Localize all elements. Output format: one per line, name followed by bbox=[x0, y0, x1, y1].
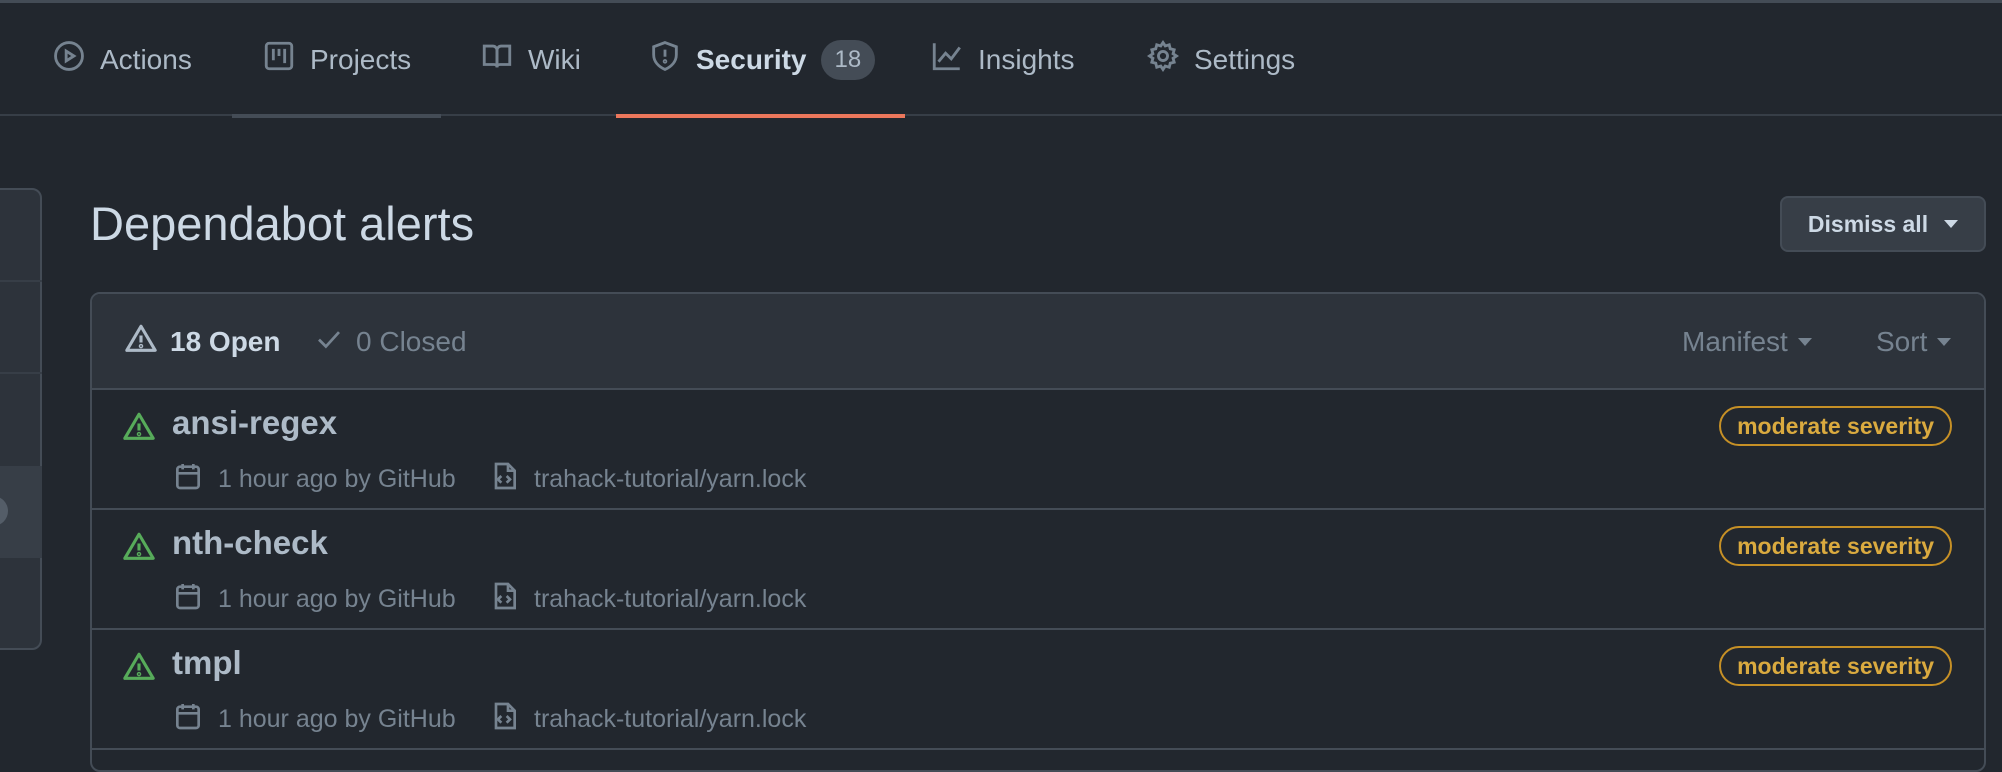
check-icon bbox=[314, 324, 344, 361]
tab-wiki[interactable]: Wiki bbox=[480, 3, 581, 116]
tab-actions[interactable]: Actions bbox=[52, 3, 192, 116]
severity-label: moderate severity bbox=[1719, 406, 1952, 446]
manifest-path: trahack-tutorial/yarn.lock bbox=[534, 465, 807, 493]
manifest-dropdown[interactable]: Manifest bbox=[1682, 294, 1812, 390]
alert-manifest: trahack-tutorial/yarn.lock bbox=[488, 460, 806, 499]
alert-package-link[interactable]: tmpl bbox=[172, 644, 242, 682]
shield-icon bbox=[648, 39, 682, 80]
alert-icon bbox=[124, 322, 158, 363]
book-icon bbox=[480, 39, 514, 80]
severity-label: moderate severity bbox=[1719, 646, 1952, 686]
alert-package-link[interactable]: nth-check bbox=[172, 524, 328, 562]
tab-label: Insights bbox=[978, 43, 1075, 75]
project-board-icon bbox=[262, 39, 296, 80]
alert-row[interactable]: ansi-regex 1 hour ago by GitHub trahack-… bbox=[92, 390, 1984, 510]
alert-time-text: 1 hour ago by GitHub bbox=[218, 705, 456, 733]
alert-manifest: trahack-tutorial/yarn.lock bbox=[488, 580, 806, 619]
calendar-icon bbox=[172, 580, 204, 619]
open-alerts-filter[interactable]: 18 Open bbox=[124, 294, 280, 390]
tab-projects[interactable]: Projects bbox=[232, 3, 442, 118]
alert-time-text: 1 hour ago by GitHub bbox=[218, 465, 456, 493]
calendar-icon bbox=[172, 460, 204, 499]
file-code-icon bbox=[488, 580, 520, 619]
alerts-list-header: 18 Open 0 Closed Manifest Sort bbox=[92, 294, 1984, 390]
file-code-icon bbox=[488, 460, 520, 499]
alert-row[interactable]: tmpl 1 hour ago by GitHub trahack-tutori… bbox=[92, 630, 1984, 750]
sidebar-divider bbox=[0, 372, 42, 374]
tab-active-underline bbox=[616, 114, 906, 118]
open-count-label: 18 Open bbox=[170, 326, 281, 357]
dismiss-all-button[interactable]: Dismiss all bbox=[1780, 196, 1986, 252]
chevron-down-icon bbox=[1944, 220, 1959, 228]
tab-label: Actions bbox=[100, 43, 192, 75]
tab-hover-underline bbox=[232, 114, 442, 118]
alert-icon bbox=[122, 410, 156, 444]
alert-time: 1 hour ago by GitHub bbox=[172, 580, 456, 619]
manifest-path: trahack-tutorial/yarn.lock bbox=[534, 585, 807, 613]
graph-icon bbox=[930, 39, 964, 80]
alert-icon bbox=[122, 530, 156, 564]
play-circle-icon bbox=[52, 39, 86, 80]
tab-label: Projects bbox=[310, 43, 412, 75]
tab-label: Wiki bbox=[528, 43, 581, 75]
alert-row[interactable]: nth-check 1 hour ago by GitHub trahack-t… bbox=[92, 510, 1984, 630]
sort-label: Sort bbox=[1876, 326, 1928, 357]
chevron-down-icon bbox=[1937, 338, 1952, 346]
calendar-icon bbox=[172, 700, 204, 739]
dismiss-all-label: Dismiss all bbox=[1807, 210, 1929, 237]
alert-time: 1 hour ago by GitHub bbox=[172, 700, 456, 739]
closed-count-label: 0 Closed bbox=[356, 326, 467, 357]
manifest-label: Manifest bbox=[1682, 326, 1788, 357]
tab-security[interactable]: Security 18 bbox=[616, 3, 906, 118]
tab-insights[interactable]: Insights bbox=[930, 3, 1075, 116]
manifest-path: trahack-tutorial/yarn.lock bbox=[534, 705, 807, 733]
alert-time: 1 hour ago by GitHub bbox=[172, 460, 456, 499]
page-title: Dependabot alerts bbox=[90, 197, 475, 250]
repo-nav: Actions Projects Wiki Security 18 Insigh… bbox=[0, 3, 2002, 118]
security-alert-counter: 18 bbox=[820, 39, 876, 80]
alert-icon bbox=[122, 650, 156, 684]
tab-label: Settings bbox=[1194, 43, 1296, 75]
gear-icon bbox=[1146, 39, 1180, 80]
sidebar-divider bbox=[0, 280, 42, 282]
alert-time-text: 1 hour ago by GitHub bbox=[218, 585, 456, 613]
alert-manifest: trahack-tutorial/yarn.lock bbox=[488, 700, 806, 739]
chevron-down-icon bbox=[1797, 338, 1812, 346]
tab-label: Security bbox=[696, 43, 807, 75]
tab-settings[interactable]: Settings bbox=[1146, 3, 1295, 116]
alerts-list: 18 Open 0 Closed Manifest Sort ansi-rege… bbox=[90, 292, 1986, 772]
file-code-icon bbox=[488, 700, 520, 739]
severity-label: moderate severity bbox=[1719, 526, 1952, 566]
alert-package-link[interactable]: ansi-regex bbox=[172, 404, 337, 442]
closed-alerts-filter[interactable]: 0 Closed bbox=[314, 294, 467, 390]
sort-dropdown[interactable]: Sort bbox=[1876, 294, 1952, 390]
security-sidebar bbox=[0, 188, 42, 650]
